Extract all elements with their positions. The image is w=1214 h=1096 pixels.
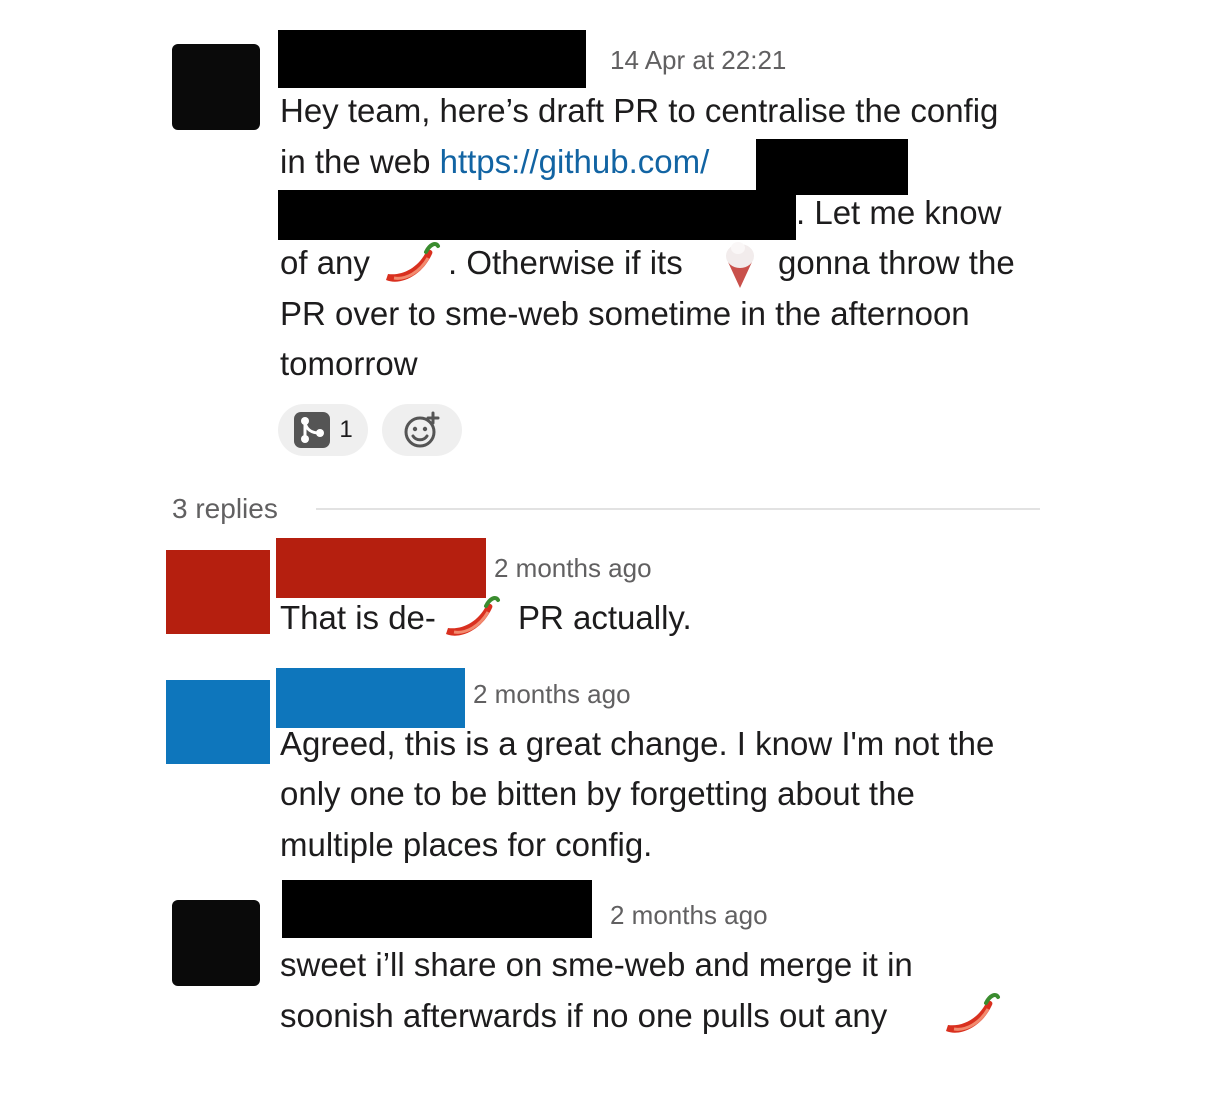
message-line: tomorrow (280, 339, 418, 390)
reply-line: sweet i’ll share on sme-web and merge it… (280, 946, 913, 983)
avatar[interactable] (172, 44, 260, 130)
avatar[interactable] (166, 550, 270, 634)
add-reaction-button[interactable] (382, 404, 462, 456)
git-merge-icon (294, 412, 331, 448)
reaction-git-merge[interactable]: 1 (278, 404, 368, 456)
message-text: . Let me know (796, 194, 1002, 231)
message-text: PR over to sme-web sometime in the after… (280, 295, 970, 332)
reply-line: Agreed, this is a great change. I know I… (280, 725, 995, 762)
message-text: . Otherwise if its (448, 244, 683, 281)
reply-timestamp[interactable]: 2 months ago (610, 900, 768, 931)
reply-line: multiple places for config. (280, 826, 653, 863)
reply-line: only one to be bitten by forgetting abou… (280, 775, 915, 812)
message-line: . Let me know (796, 188, 1001, 239)
reply-line: soonish afterwards if no one pulls out a… (280, 991, 887, 1042)
message-line: PR over to sme-web sometime in the after… (280, 289, 970, 340)
link-redacted (756, 139, 908, 195)
ice-cream-icon (726, 242, 754, 288)
message-text: of any (280, 244, 370, 281)
reaction-count: 1 (339, 416, 353, 443)
hot-pepper-icon (446, 596, 500, 636)
author-name-redacted[interactable] (282, 880, 592, 938)
message-line: Hey team, here’s draft PR to centralise … (280, 86, 998, 137)
message-timestamp[interactable]: 14 Apr at 22:21 (610, 45, 786, 76)
author-name-redacted[interactable] (278, 30, 586, 88)
replies-divider (316, 508, 1040, 510)
message-text: in the web (280, 143, 440, 180)
hot-pepper-icon (946, 993, 1000, 1033)
reply-line: That is de- (280, 593, 436, 644)
message-text: tomorrow (280, 345, 418, 382)
avatar[interactable] (166, 680, 270, 764)
reply-text: That is de- (280, 599, 436, 636)
reply-timestamp[interactable]: 2 months ago (473, 679, 631, 710)
reply-text: soonish afterwards if no one pulls out a… (280, 997, 888, 1034)
reply-timestamp[interactable]: 2 months ago (494, 553, 652, 584)
message-line: in the web https://github.com/ (280, 137, 709, 188)
author-name-redacted[interactable] (276, 538, 486, 598)
reply-line: PR actually. (518, 593, 692, 644)
link-redacted (278, 190, 796, 240)
github-link[interactable]: https://github.com/ (440, 143, 710, 180)
add-reaction-icon (404, 411, 440, 448)
message-line: . Otherwise if its (448, 238, 683, 289)
reply-text: PR actually. (518, 599, 692, 636)
message-line: of any (280, 238, 370, 289)
message-text: gonna throw the (778, 244, 1015, 281)
message-text: Hey team, here’s draft PR to centralise … (280, 92, 999, 129)
message-line: gonna throw the (778, 238, 1015, 289)
avatar[interactable] (172, 900, 260, 986)
replies-count[interactable]: 3 replies (172, 493, 278, 525)
hot-pepper-icon (386, 242, 440, 282)
